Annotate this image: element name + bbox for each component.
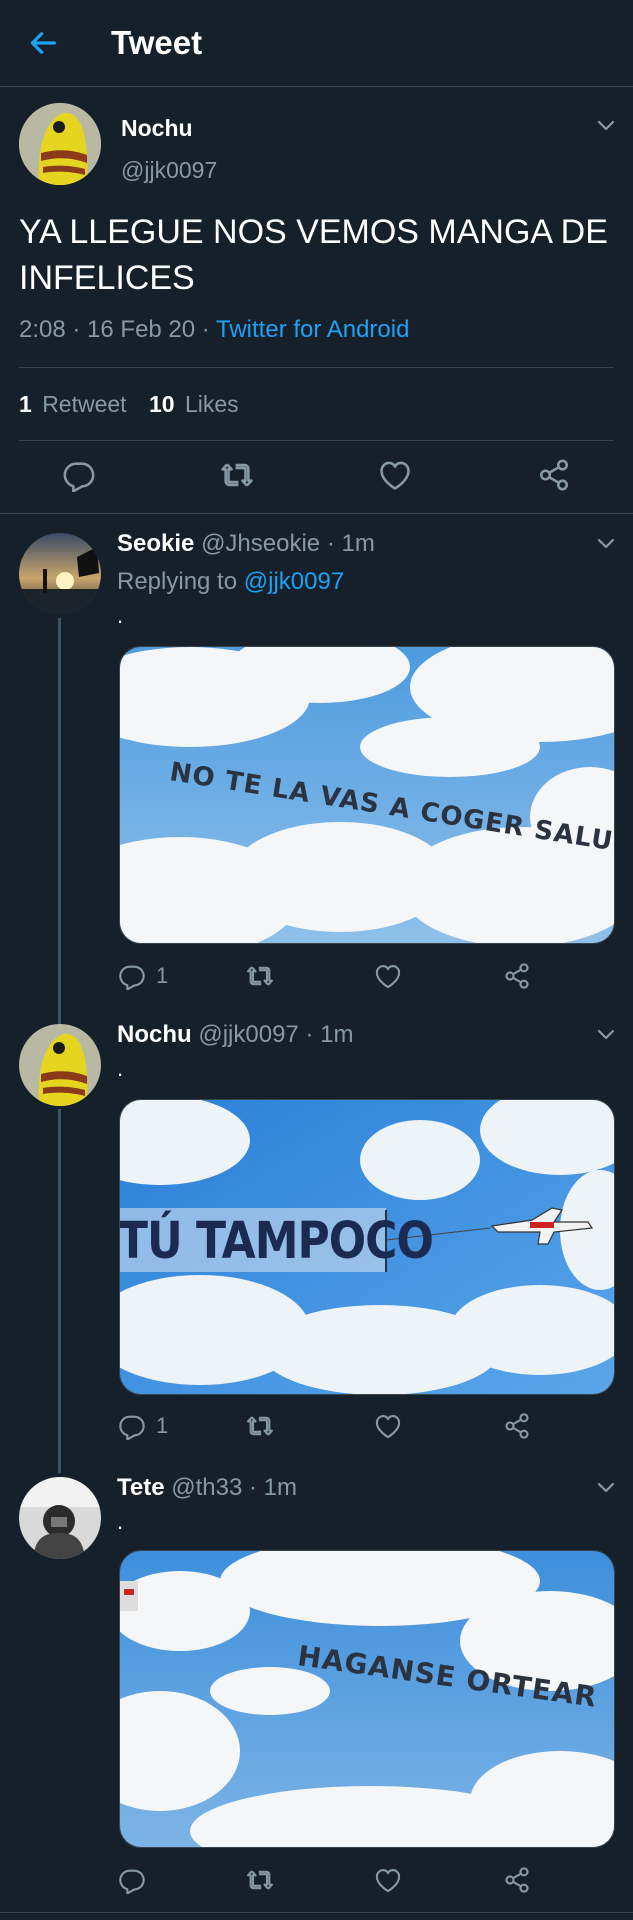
retweet-icon[interactable] [220,458,254,492]
reply-icon[interactable] [118,1412,146,1440]
avatar-image [19,103,101,185]
chevron-down-icon[interactable] [596,1481,616,1495]
avatar-image [19,533,101,615]
like-icon[interactable] [374,1866,402,1894]
author-meta[interactable]: @Jhseokie · 1m [201,530,375,557]
thread-connector [58,618,61,1026]
avatar-image [19,1477,101,1559]
reply-header: Seokie @Jhseokie · 1m [117,530,375,558]
tweet-image[interactable]: HAGANSE ORTEAR [119,1550,615,1848]
share-icon[interactable] [503,1412,531,1440]
reply-text: . [117,603,124,628]
chevron-down-icon[interactable] [596,119,616,133]
tweet-source-link[interactable]: Twitter for Android [216,316,409,343]
avatar[interactable] [19,1024,101,1106]
author-handle[interactable]: @jjk0097 [121,157,217,184]
tweet-image[interactable]: TÚ TAMPOCO [119,1099,615,1395]
likes-count[interactable]: 10 [149,391,175,417]
thread-connector [58,1109,61,1473]
replying-to-handle[interactable]: @jjk0097 [244,568,344,595]
retweet-label[interactable]: Retweet [42,391,126,417]
replying-to-prefix: Replying to [117,568,244,595]
page-title: Tweet [111,24,203,61]
reply-header: Tete @th33 · 1m [117,1474,297,1502]
like-icon[interactable] [378,458,412,492]
avatar[interactable] [19,103,101,185]
replying-to: Replying to @jjk0097 [117,568,344,596]
author-name[interactable]: Nochu [117,1021,192,1048]
avatar[interactable] [19,533,101,615]
reply-count[interactable]: 1 [156,963,168,989]
reply-count[interactable]: 1 [156,1413,168,1439]
chevron-down-icon[interactable] [596,1028,616,1042]
retweet-icon[interactable] [246,962,274,990]
divider [0,1912,633,1913]
author-name[interactable]: Nochu [121,115,193,142]
likes-label[interactable]: Likes [185,391,239,417]
tweet-timestamp-row: 2:08 · 16 Feb 20 · Twitter for Android [19,316,409,344]
retweet-icon[interactable] [246,1412,274,1440]
reply-icon[interactable] [118,962,146,990]
like-icon[interactable] [374,962,402,990]
share-icon[interactable] [537,458,571,492]
divider [19,440,614,441]
main-tweet: Nochu @jjk0097 YA LLEGUE NOS VEMOS MANGA… [0,88,633,514]
author-meta[interactable]: @jjk0097 · 1m [198,1021,353,1048]
share-icon[interactable] [503,1866,531,1894]
top-bar: Tweet [0,0,633,87]
like-icon[interactable] [374,1412,402,1440]
reply-header: Nochu @jjk0097 · 1m [117,1021,353,1049]
tweet-timestamp: 2:08 · 16 Feb 20 · [19,316,217,343]
reply-icon[interactable] [62,458,96,492]
divider [19,367,614,368]
chevron-down-icon[interactable] [596,537,616,551]
tweet-text: YA LLEGUE NOS VEMOS MANGA DE INFELICES [19,213,608,297]
avatar[interactable] [19,1477,101,1559]
author-name[interactable]: Tete [117,1474,165,1501]
retweet-icon[interactable] [246,1866,274,1894]
tweet-stats: 1 Retweet 10 Likes [19,391,239,418]
tweet-image-banner: TÚ TAMPOCO [119,1212,434,1271]
share-icon[interactable] [503,962,531,990]
author-name[interactable]: Seokie [117,530,194,557]
avatar-image [19,1024,101,1106]
tweet-image[interactable]: NO TE LA VAS A COGER SALU2 [119,646,615,944]
reply-text: . [117,1056,124,1081]
reply-text: . [117,1509,124,1534]
retweet-count[interactable]: 1 [19,391,32,417]
back-arrow-icon[interactable] [26,26,60,60]
author-meta[interactable]: @th33 · 1m [171,1474,297,1501]
reply-icon[interactable] [118,1866,146,1894]
